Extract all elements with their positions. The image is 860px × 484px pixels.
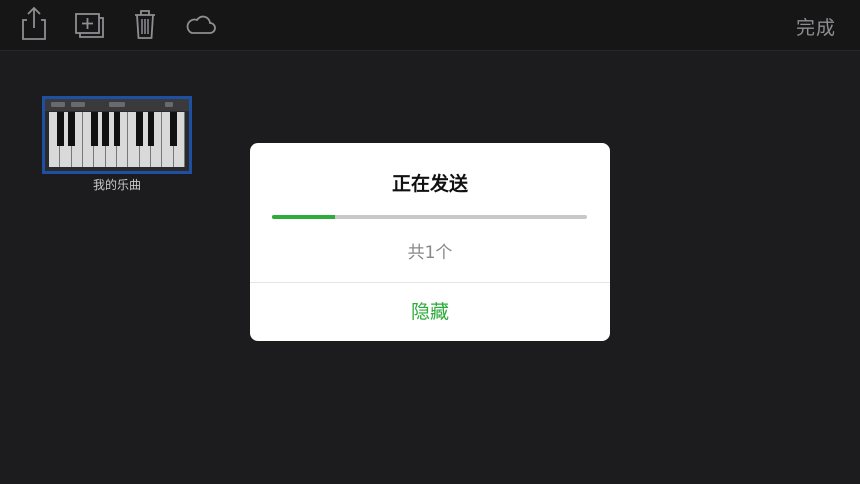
black-key — [56, 112, 64, 147]
share-icon[interactable] — [16, 6, 52, 42]
trash-icon[interactable] — [127, 6, 163, 42]
black-key — [68, 112, 76, 147]
black-key — [113, 112, 121, 147]
black-key — [170, 112, 178, 147]
song-title: 我的乐曲 — [92, 178, 141, 192]
sending-dialog: 正在发送 共1个 隐藏 — [250, 143, 610, 341]
piano-keys — [49, 112, 185, 167]
add-icon[interactable] — [71, 6, 107, 42]
progress-fill — [272, 215, 335, 219]
dialog-title: 正在发送 — [391, 173, 468, 195]
black-key — [147, 112, 155, 147]
song-item[interactable]: 我的乐曲 — [42, 96, 192, 193]
count-text: 共1个 — [407, 243, 453, 263]
black-key — [102, 112, 110, 147]
hide-button[interactable]: 隐藏 — [250, 283, 610, 341]
top-toolbar: 完成 — [0, 0, 860, 51]
cloud-icon[interactable] — [183, 6, 219, 42]
progress-bar — [272, 215, 587, 219]
piano-thumbnail[interactable] — [42, 96, 192, 174]
black-key — [90, 112, 98, 147]
thumbnail-controls — [45, 99, 189, 111]
black-key — [136, 112, 144, 147]
done-button[interactable]: 完成 — [796, 13, 836, 40]
